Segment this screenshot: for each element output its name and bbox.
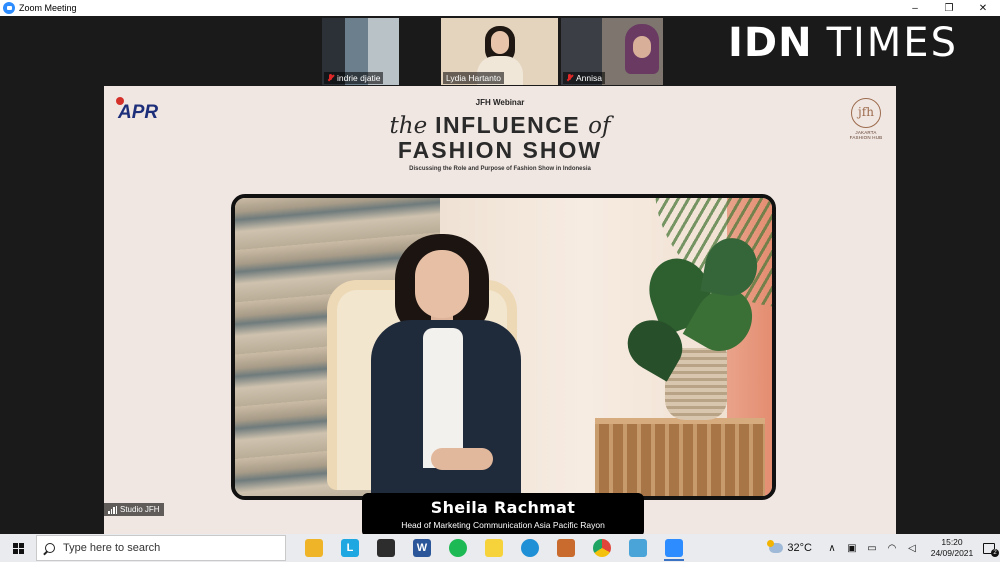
shared-screen-slide: APR jfh JAKARTA FASHION HUB JFH Webinar …: [104, 86, 896, 534]
speaker-video: [231, 194, 776, 500]
speaker-name: Sheila Rachmat: [430, 498, 576, 517]
slide-title-line-1: the INFLUENCE of: [104, 112, 896, 139]
active-speaker-name: Studio JFH: [120, 505, 160, 514]
participant-name-tag: Annisa: [563, 72, 605, 84]
weather-widget[interactable]: 32°C: [767, 540, 812, 554]
title-word-influence: INFLUENCE: [435, 112, 581, 138]
taskbar-app-spotify[interactable]: [440, 534, 476, 562]
participant-thumbnail[interactable]: indrie djatie: [322, 18, 399, 85]
speaker-role: Head of Marketing Communication Asia Pac…: [401, 520, 605, 530]
title-word-of: of: [588, 113, 611, 139]
participant-thumbnail[interactable]: Annisa: [561, 18, 663, 85]
weather-temperature: 32°C: [787, 542, 812, 554]
restore-button[interactable]: ❐: [932, 0, 966, 16]
side-table: [595, 418, 765, 496]
speaker-lower-third: Sheila Rachmat Head of Marketing Communi…: [362, 493, 644, 534]
store-bag-icon: [377, 539, 395, 557]
camera-icon[interactable]: ▣: [844, 541, 860, 555]
weather-icon: [767, 540, 784, 553]
notification-button[interactable]: 2: [978, 534, 1000, 562]
idn-times-watermark: IDN TIMES: [728, 20, 986, 66]
clock-date: 24/09/2021: [930, 548, 974, 558]
notification-icon: 2: [983, 542, 999, 557]
taskbar-apps: L W: [296, 534, 692, 562]
participant-name-tag: indrie djatie: [324, 72, 384, 84]
watermark-times: TIMES: [826, 20, 958, 66]
participant-name: Annisa: [576, 73, 602, 83]
taskbar-clock[interactable]: 15:20 24/09/2021: [926, 537, 978, 559]
search-icon: [45, 543, 55, 553]
sticky-notes-icon: [485, 539, 503, 557]
minimize-button[interactable]: –: [898, 0, 932, 16]
clock-time: 15:20: [941, 537, 963, 547]
watermark-idn: IDN: [728, 20, 813, 66]
taskbar-search[interactable]: Type here to search: [36, 535, 286, 561]
spotify-icon: [449, 539, 467, 557]
letter-l-icon: L: [341, 539, 359, 557]
window-title: Zoom Meeting: [19, 3, 77, 13]
slide-tagline: Discussing the Role and Purpose of Fashi…: [409, 166, 591, 172]
taskbar-app-word[interactable]: W: [404, 534, 440, 562]
participant-thumbnail[interactable]: Lydia Hartanto: [441, 18, 558, 85]
paint-icon: [557, 539, 575, 557]
mic-muted-icon: [327, 74, 334, 82]
windows-logo-icon: [12, 542, 24, 554]
taskbar-app-notes[interactable]: [620, 534, 656, 562]
system-tray: 32°C ∧ ▣ ▭ ◠ ◁ 15:20 24/09/2021 2: [767, 534, 1000, 562]
close-button[interactable]: ✕: [966, 0, 1000, 16]
signal-bars-icon: [108, 505, 117, 514]
chrome-icon: [593, 539, 611, 557]
taskbar-app-sticky-notes[interactable]: [476, 534, 512, 562]
speaker-shirt: [423, 328, 463, 468]
zoom-icon: [665, 539, 683, 557]
notification-badge: 2: [991, 548, 999, 557]
window-titlebar: Zoom Meeting – ❐ ✕: [0, 0, 1000, 16]
windows-taskbar: Type here to search L W 32°C ∧ ▣ ▭ ◠ ◁ 1…: [0, 534, 1000, 562]
taskbar-app-zoom[interactable]: [656, 534, 692, 562]
window-controls: – ❐ ✕: [898, 0, 1000, 16]
search-placeholder: Type here to search: [63, 542, 161, 554]
notes-icon: [629, 539, 647, 557]
slide-title-line-2: FASHION SHOW: [397, 137, 603, 163]
taskbar-app-edge[interactable]: [512, 534, 548, 562]
mic-muted-icon: [566, 74, 573, 82]
volume-icon[interactable]: ◁: [904, 541, 920, 555]
battery-icon[interactable]: ▭: [864, 541, 880, 555]
participant-name: indrie djatie: [337, 73, 381, 83]
zoom-app-icon: [3, 2, 15, 14]
participant-name-tag: Lydia Hartanto: [443, 72, 504, 84]
speaker-face: [415, 250, 469, 318]
participant-name: Lydia Hartanto: [446, 73, 501, 83]
edge-icon: [521, 539, 539, 557]
taskbar-app-paint[interactable]: [548, 534, 584, 562]
word-icon: W: [413, 539, 431, 557]
start-button[interactable]: [0, 534, 36, 562]
slide-kicker: JFH Webinar: [475, 98, 525, 107]
folder-icon: [305, 539, 323, 557]
meeting-stage: indrie djatie Lydia Hartanto Annisa IDN …: [0, 16, 1000, 534]
taskbar-app-file-explorer[interactable]: [296, 534, 332, 562]
chevron-up-icon[interactable]: ∧: [824, 541, 840, 555]
wifi-icon[interactable]: ◠: [884, 541, 900, 555]
title-word-the: the: [389, 113, 428, 139]
taskbar-app-store[interactable]: [368, 534, 404, 562]
taskbar-app-chrome[interactable]: [584, 534, 620, 562]
active-speaker-tag: Studio JFH: [104, 503, 164, 516]
taskbar-app-l[interactable]: L: [332, 534, 368, 562]
speaker-hands: [431, 448, 493, 470]
